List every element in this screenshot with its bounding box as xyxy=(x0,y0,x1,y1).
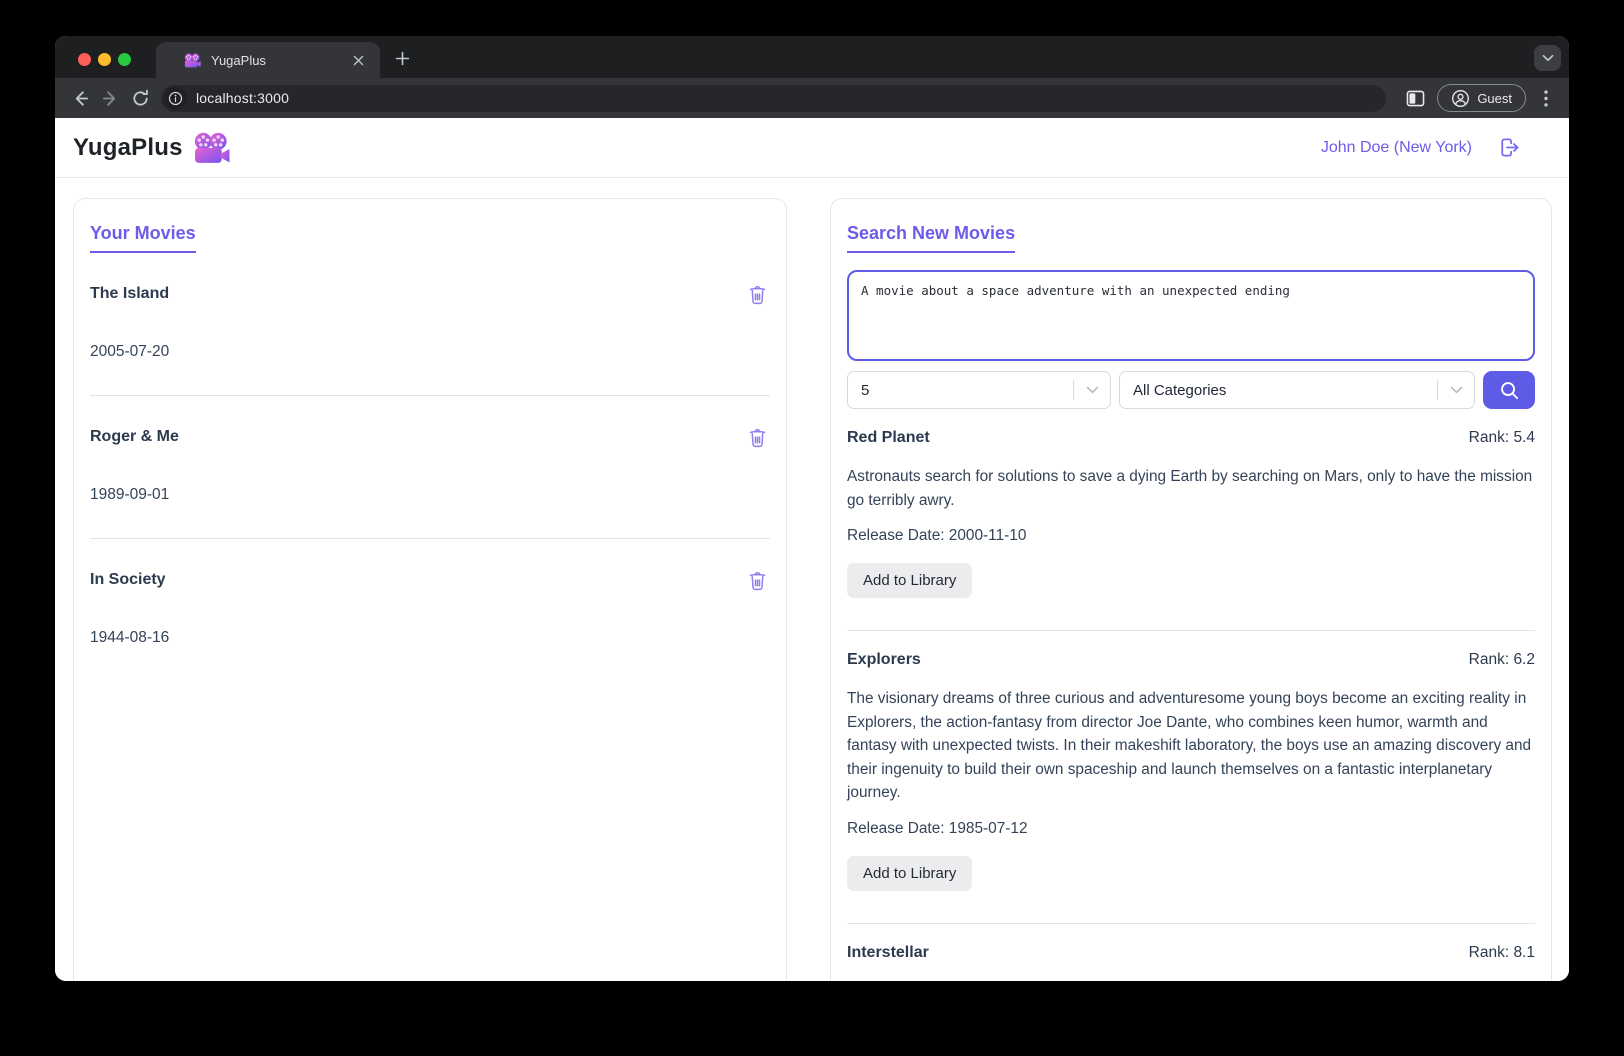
search-result: Red Planet Rank: 5.4 Astronauts search f… xyxy=(847,429,1535,631)
library-title: Your Movies xyxy=(90,223,196,253)
search-title: Search New Movies xyxy=(847,223,1016,253)
chevron-down-icon xyxy=(1438,386,1474,394)
search-panel: Search New Movies A movie about a space … xyxy=(830,198,1552,981)
new-tab-button[interactable] xyxy=(389,45,415,71)
result-title: Interstellar xyxy=(847,943,929,961)
search-result: Explorers Rank: 6.2 The visionary dreams… xyxy=(847,651,1535,924)
result-description: The visionary dreams of three curious an… xyxy=(847,690,1532,801)
list-divider xyxy=(847,922,1535,924)
forward-icon[interactable] xyxy=(95,83,125,113)
app-title: YugaPlus xyxy=(73,133,183,161)
category-value: All Categories xyxy=(1133,381,1227,399)
close-window-button[interactable] xyxy=(78,53,91,66)
list-divider xyxy=(847,630,1535,631)
library-panel: Your Movies The Island 2005-07-20 Roger … xyxy=(73,198,787,981)
search-result: Interstellar Rank: 8.1 xyxy=(847,944,1535,962)
search-button[interactable] xyxy=(1483,371,1535,409)
browser-toolbar: localhost:3000 Guest xyxy=(55,78,1569,118)
movie-release-date: 1989-09-01 xyxy=(90,486,170,503)
result-title: Explorers xyxy=(847,651,921,668)
user-name: John Doe (New York) xyxy=(1320,138,1472,156)
browser-tab[interactable]: YugaPlus xyxy=(156,42,380,78)
desktop-background: YugaPlus localhost:3000 Guest YugaPlus J… xyxy=(0,0,1624,1056)
movie-title: The Island xyxy=(90,285,170,302)
movie-camera-logo-icon xyxy=(193,132,230,164)
reload-icon[interactable] xyxy=(125,83,155,113)
fullscreen-window-button[interactable] xyxy=(118,53,131,66)
tab-strip: YugaPlus xyxy=(55,36,1569,78)
list-item: In Society 1944-08-16 xyxy=(90,539,770,681)
tab-close-icon[interactable] xyxy=(349,51,367,69)
movie-release-date: 2005-07-20 xyxy=(90,343,170,360)
list-item: The Island 2005-07-20 xyxy=(90,253,770,395)
result-release-date: Release Date: 1985-07-12 xyxy=(847,819,1028,837)
list-item: Roger & Me 1989-09-01 xyxy=(90,396,770,538)
search-query-textarea[interactable]: A movie about a space adventure with an … xyxy=(847,270,1535,361)
delete-movie-trash-icon[interactable] xyxy=(747,569,768,592)
browser-menu-icon[interactable] xyxy=(1534,84,1558,112)
minimize-window-button[interactable] xyxy=(98,53,111,66)
site-info-icon[interactable] xyxy=(164,86,187,110)
chevron-down-icon xyxy=(1074,386,1110,394)
user-area: John Doe (New York) xyxy=(1321,135,1539,161)
result-title: Red Planet xyxy=(847,429,930,446)
delete-movie-trash-icon[interactable] xyxy=(747,426,768,449)
side-panel-icon[interactable] xyxy=(1401,84,1429,112)
delete-movie-trash-icon[interactable] xyxy=(747,283,768,306)
search-icon xyxy=(1499,380,1520,401)
results-limit-value: 5 xyxy=(861,381,870,399)
main-content: Your Movies The Island 2005-07-20 Roger … xyxy=(55,178,1569,981)
logout-icon[interactable] xyxy=(1495,135,1521,161)
browser-window: YugaPlus localhost:3000 Guest YugaPlus J… xyxy=(55,36,1569,981)
profile-label: Guest xyxy=(1477,90,1512,106)
profile-button[interactable]: Guest xyxy=(1437,84,1526,112)
add-to-library-button[interactable]: Add to Library xyxy=(847,563,973,598)
address-bar[interactable]: localhost:3000 xyxy=(161,84,1387,112)
search-controls: 5 All Categories xyxy=(847,371,1535,409)
add-to-library-button[interactable]: Add to Library xyxy=(847,855,973,891)
result-release-date: Release Date: 2000-11-10 xyxy=(847,527,1027,544)
results-limit-select[interactable]: 5 xyxy=(847,371,1111,409)
app-header: YugaPlus John Doe (New York) xyxy=(55,118,1569,178)
movie-release-date: 1944-08-16 xyxy=(90,629,170,646)
back-icon[interactable] xyxy=(65,83,95,113)
tab-title: YugaPlus xyxy=(211,52,266,68)
window-controls xyxy=(78,53,131,66)
url-text: localhost:3000 xyxy=(196,90,290,106)
movie-title: Roger & Me xyxy=(90,428,179,445)
tab-favicon-movie-camera-icon xyxy=(184,53,201,68)
result-rank: Rank: 6.2 xyxy=(1468,651,1535,668)
app-page: YugaPlus John Doe (New York) Your Movies… xyxy=(55,118,1569,981)
tab-search-chevron-icon[interactable] xyxy=(1534,45,1561,71)
guest-avatar-icon xyxy=(1451,89,1470,108)
brand: YugaPlus xyxy=(73,132,230,164)
result-rank: Rank: 8.1 xyxy=(1468,943,1535,961)
result-rank: Rank: 5.4 xyxy=(1468,429,1535,446)
category-select[interactable]: All Categories xyxy=(1119,371,1475,409)
result-description: Astronauts search for solutions to save … xyxy=(847,468,1533,509)
movie-title: In Society xyxy=(90,571,166,588)
